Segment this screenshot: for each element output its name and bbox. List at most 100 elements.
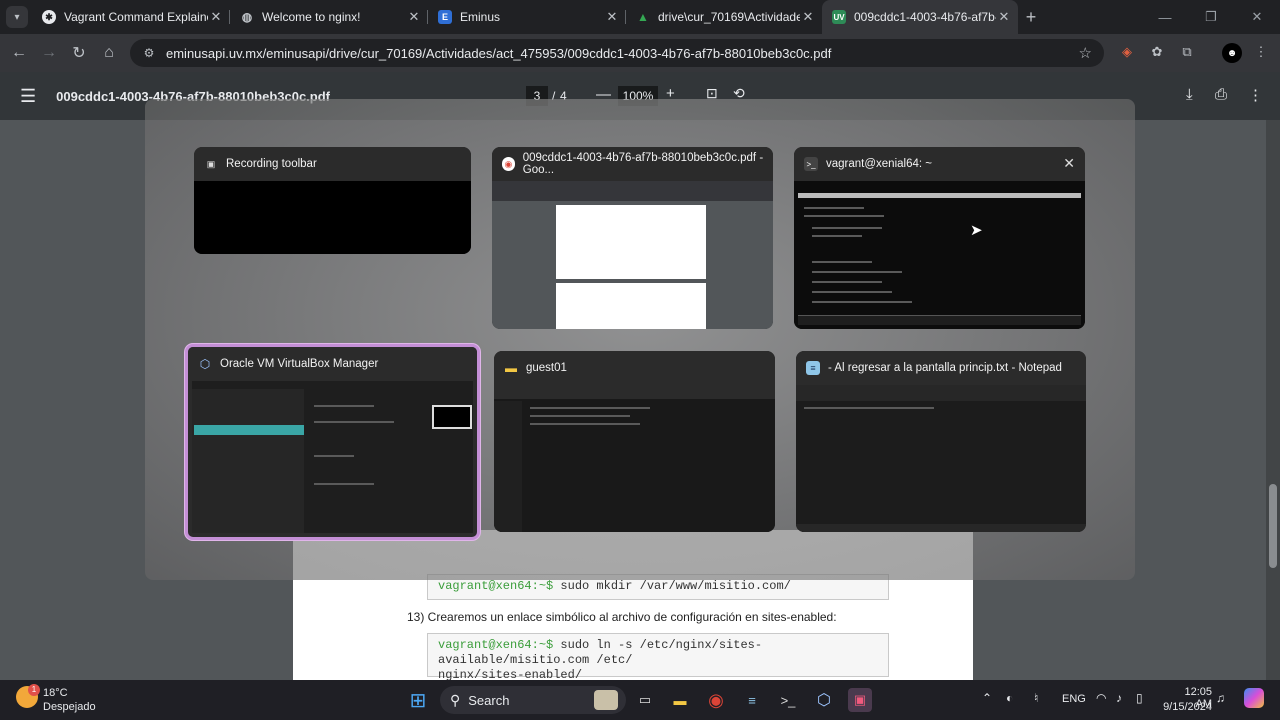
close-tab-icon[interactable]: ✕ [208,9,224,25]
virtualbox-taskbar-icon[interactable]: ⬡ [812,688,836,712]
switcher-window-notepad[interactable]: ≡ - Al regresar a la pantalla princip.tx… [796,351,1086,532]
terminal-taskbar-icon[interactable]: >_ [776,688,800,712]
tab-drive[interactable]: ▲ drive\cur_70169\Actividades\ac ✕ [626,0,822,34]
taskbar-search[interactable]: ⚲ Search [440,686,626,714]
weather-temp[interactable]: 18°C [43,687,68,699]
search-label: Search [468,692,510,708]
tab-eminus[interactable]: E Eminus ✕ [428,0,626,34]
tray-app-icon[interactable]: ◐ [1006,691,1013,705]
tab-title: Eminus [460,10,501,24]
preview-text-line [812,271,902,273]
tray-overflow-icon[interactable]: ⌃ [982,691,992,705]
site-info-icon[interactable]: ⚙ [138,46,160,60]
pdf-scrollbar[interactable] [1266,120,1280,680]
window-preview [194,181,471,254]
home-icon[interactable]: ⌂ [94,44,124,62]
new-tab-button[interactable]: + [1018,7,1044,28]
preview-notepad-tabs [796,385,1086,401]
virtualbox-icon: ⬡ [199,357,211,371]
window-header: ≡ - Al regresar a la pantalla princip.tx… [796,351,1086,385]
profile-avatar[interactable]: ☻ [1222,43,1242,63]
eminus-logo-icon: E [438,10,452,24]
weather-desc[interactable]: Despejado [43,701,96,713]
tab-title: drive\cur_70169\Actividades\ac [658,10,800,24]
bookmark-star-icon[interactable]: ☆ [1079,44,1092,62]
chrome-icon: ◉ [502,157,515,171]
recording-taskbar-icon[interactable]: ▣ [848,688,872,712]
notepad-icon: ≡ [806,361,820,375]
file-explorer-icon[interactable]: ▬ [668,688,692,712]
tab-pdf-active[interactable]: UV 009cddc1-4003-4b76-af7b-880 ✕ [822,0,1018,34]
preview-text-line [530,407,650,409]
volume-icon[interactable]: ♪ [1116,691,1122,705]
pdf-more-icon[interactable]: ⋮ [1248,86,1263,104]
window-preview [192,381,473,533]
switcher-window-chrome[interactable]: ◉ 009cddc1-4003-4b76-af7b-88010beb3c0c.p… [492,147,773,329]
notepad-taskbar-icon[interactable]: ≡ [740,688,764,712]
close-tab-icon[interactable]: ✕ [800,9,816,25]
tab-title: Welcome to nginx! [262,10,361,24]
more-menu-icon[interactable]: ⋮ [1252,44,1270,62]
microphone-icon[interactable]: ♮ [1034,691,1038,705]
close-window-button[interactable]: ✕ [1234,0,1280,34]
hamburger-menu-icon[interactable]: ☰ [20,86,36,107]
switcher-window-explorer[interactable]: ▬ guest01 [494,351,775,532]
close-tab-icon[interactable]: ✕ [604,9,620,25]
print-icon[interactable]: ⎙ [1215,86,1227,103]
window-header: ◉ 009cddc1-4003-4b76-af7b-88010beb3c0c.p… [492,147,773,181]
switcher-window-virtualbox[interactable]: ⬡ Oracle VM VirtualBox Manager [185,344,480,540]
back-arrow-icon[interactable]: ← [4,44,34,62]
battery-icon[interactable]: ▯ [1136,691,1143,705]
shell-prompt: vagrant@xen64:~$ [438,638,554,652]
preview-text-line [804,407,934,409]
mouse-cursor-icon: ➤ [970,222,983,239]
window-preview [494,385,775,532]
chrome-taskbar-icon[interactable]: ◉ [704,688,728,712]
close-tab-icon[interactable]: ✕ [996,9,1012,25]
window-header: ▣ Recording toolbar [194,147,471,181]
tab-search-button[interactable]: ▾ [6,6,28,28]
notification-bell-icon[interactable]: ♫ [1216,691,1225,705]
reload-icon[interactable]: ↻ [64,43,94,63]
download-icon[interactable]: ⤓ [1186,86,1193,103]
preview-text-line [812,235,862,237]
switcher-window-recording-toolbar[interactable]: ▣ Recording toolbar [194,147,471,254]
shell-prompt: vagrant@xen64:~$ [438,579,554,593]
minimize-button[interactable]: — [1142,0,1188,34]
step-13-text: 13) Crearemos un enlace simbólico al arc… [407,610,837,624]
preview-nav-pane [494,401,522,532]
folder-icon: ▬ [505,361,517,375]
close-tab-icon[interactable]: ✕ [406,9,422,25]
openai-icon: ✱ [42,10,56,24]
task-view-icon[interactable]: ▭ [633,688,657,712]
extensions-icon[interactable]: ⧉ [1178,44,1196,62]
extension-icon[interactable]: ◈ [1118,44,1136,62]
language-indicator[interactable]: ENG [1062,693,1086,705]
maximize-button[interactable]: ❐ [1188,0,1234,34]
preview-text-line [530,423,640,425]
preview-nano-header [798,193,1081,198]
switcher-window-terminal[interactable]: >_ vagrant@xenial64: ~ ✕ ➤ [794,147,1085,329]
window-title: Recording toolbar [226,158,317,170]
tab-vagrant[interactable]: ✱ Vagrant Command Explained ✕ [32,0,230,34]
windows-start-icon[interactable]: ⊞ [406,688,430,712]
tab-nginx[interactable]: ◍ Welcome to nginx! ✕ [230,0,428,34]
preview-text-line [812,281,882,283]
shell-command: sudo mkdir /var/www/misitio.com/ [553,579,791,593]
url-text[interactable]: eminusapi.uv.mx/eminusapi/drive/cur_7016… [166,46,831,61]
address-bar[interactable]: ⚙ eminusapi.uv.mx/eminusapi/drive/cur_70… [130,39,1104,67]
clock-date[interactable]: 9/15/2024 [1162,701,1212,713]
forward-arrow-icon[interactable]: → [34,44,64,62]
tab-title: Vagrant Command Explained [64,10,208,24]
pdf-scroll-thumb[interactable] [1269,484,1277,568]
wifi-icon[interactable]: ◠ [1096,691,1106,705]
extension-puzzle-icon[interactable]: ✿ [1148,44,1166,62]
browser-toolbar: ← → ↻ ⌂ ⚙ eminusapi.uv.mx/eminusapi/driv… [0,34,1280,72]
tab-strip: ▾ ✱ Vagrant Command Explained ✕ ◍ Welcom… [0,0,1280,34]
window-title: 009cddc1-4003-4b76-af7b-88010beb3c0c.pdf… [522,152,764,176]
close-window-icon[interactable]: ✕ [1063,155,1075,172]
window-title: - Al regresar a la pantalla princip.txt … [828,362,1062,374]
window-preview: ➤ [794,181,1085,329]
preview-nano-shortcuts [798,315,1081,325]
copilot-icon[interactable] [1244,688,1264,708]
